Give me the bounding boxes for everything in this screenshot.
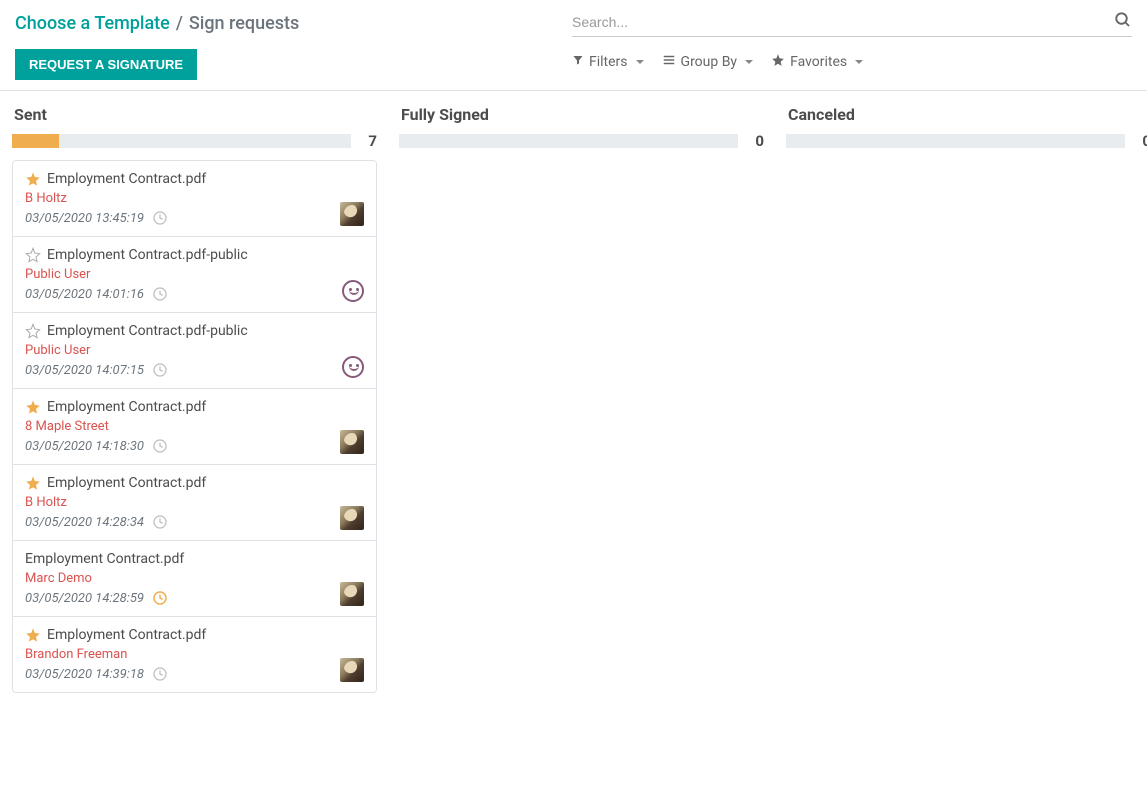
user-avatar[interactable] <box>340 430 364 454</box>
card-timestamp: 03/05/2020 14:28:59 <box>25 591 144 606</box>
group-by-label: Group By <box>681 54 738 70</box>
card-meta: 03/05/2020 14:01:16 <box>25 286 364 302</box>
breadcrumb: Choose a Template / Sign requests <box>15 10 299 37</box>
activity-clock-icon[interactable] <box>152 514 168 530</box>
user-avatar[interactable] <box>342 356 364 378</box>
search-icon[interactable] <box>1114 11 1132 33</box>
progress-bar[interactable] <box>12 134 351 148</box>
activity-clock-icon[interactable] <box>152 438 168 454</box>
favorite-star-icon[interactable] <box>25 475 41 491</box>
column-title: Sent <box>12 101 377 132</box>
card-meta: 03/05/2020 13:45:19 <box>25 210 364 226</box>
card-meta: 03/05/2020 14:18:30 <box>25 438 364 454</box>
view-controls: Filters Group By Favorites <box>572 53 1132 71</box>
progress-bar[interactable] <box>786 134 1125 148</box>
breadcrumb-separator: / <box>176 13 183 34</box>
kanban-card[interactable]: Employment Contract.pdf-public Public Use… <box>13 237 376 313</box>
filters-label: Filters <box>589 54 628 70</box>
kanban-card[interactable]: Employment Contract.pdf 8 Maple Street 03/… <box>13 389 376 465</box>
card-meta: 03/05/2020 14:28:59 <box>25 590 364 606</box>
progress-bar[interactable] <box>399 134 738 148</box>
column-progress-row: 0 <box>786 132 1147 150</box>
search-container <box>572 10 1132 37</box>
kanban-card[interactable]: Employment Contract.pdf B Holtz 03/05/2020… <box>13 465 376 541</box>
user-avatar[interactable] <box>340 582 364 606</box>
star-icon <box>771 53 785 71</box>
card-signer: B Holtz <box>25 191 364 206</box>
card-meta: 03/05/2020 14:28:34 <box>25 514 364 530</box>
favorite-star-icon[interactable] <box>25 171 41 187</box>
card-title: Employment Contract.pdf-public <box>47 323 248 339</box>
column-count: 0 <box>748 132 764 150</box>
favorites-dropdown[interactable]: Favorites <box>771 53 863 71</box>
card-timestamp: 03/05/2020 14:28:34 <box>25 515 144 530</box>
card-signer: B Holtz <box>25 495 364 510</box>
breadcrumb-root[interactable]: Choose a Template <box>15 13 170 34</box>
kanban-column: Fully Signed0 <box>399 101 764 693</box>
card-timestamp: 03/05/2020 14:18:30 <box>25 439 144 454</box>
card-title: Employment Contract.pdf-public <box>47 247 248 263</box>
column-progress-row: 0 <box>399 132 764 150</box>
card-list: Employment Contract.pdf B Holtz 03/05/2020… <box>12 160 377 693</box>
kanban-card[interactable]: Employment Contract.pdf Marc Demo 03/05/20… <box>13 541 376 617</box>
card-title-row: Employment Contract.pdf <box>25 551 364 567</box>
card-timestamp: 03/05/2020 14:01:16 <box>25 287 144 302</box>
kanban-card[interactable]: Employment Contract.pdf-public Public Use… <box>13 313 376 389</box>
list-icon <box>662 53 676 71</box>
card-title: Employment Contract.pdf <box>47 627 206 643</box>
activity-clock-icon[interactable] <box>152 666 168 682</box>
card-title: Employment Contract.pdf <box>47 475 206 491</box>
card-meta: 03/05/2020 14:07:15 <box>25 362 364 378</box>
kanban-card[interactable]: Employment Contract.pdf Brandon Freeman 03… <box>13 617 376 692</box>
kanban-column: Sent7 Employment Contract.pdf B Holtz 03/05… <box>12 101 377 693</box>
card-title-row: Employment Contract.pdf <box>25 399 364 415</box>
user-avatar[interactable] <box>340 202 364 226</box>
card-signer: Public User <box>25 267 364 282</box>
column-title: Fully Signed <box>399 101 764 132</box>
card-signer: Public User <box>25 343 364 358</box>
request-signature-button[interactable]: Request a Signature <box>15 49 197 80</box>
card-title-row: Employment Contract.pdf-public <box>25 247 364 263</box>
card-signer: 8 Maple Street <box>25 419 364 434</box>
card-meta: 03/05/2020 14:39:18 <box>25 666 364 682</box>
activity-clock-icon[interactable] <box>152 590 168 606</box>
user-avatar[interactable] <box>340 506 364 530</box>
card-title-row: Employment Contract.pdf-public <box>25 323 364 339</box>
kanban-card[interactable]: Employment Contract.pdf B Holtz 03/05/2020… <box>13 161 376 237</box>
user-avatar[interactable] <box>340 658 364 682</box>
activity-clock-icon[interactable] <box>152 286 168 302</box>
column-title: Canceled <box>786 101 1147 132</box>
favorite-star-icon[interactable] <box>25 399 41 415</box>
column-count: 7 <box>361 132 377 150</box>
filter-icon <box>572 54 584 70</box>
column-count: 0 <box>1135 132 1147 150</box>
card-title: Employment Contract.pdf <box>25 551 184 567</box>
card-title-row: Employment Contract.pdf <box>25 171 364 187</box>
card-title-row: Employment Contract.pdf <box>25 627 364 643</box>
card-signer: Brandon Freeman <box>25 647 364 662</box>
filters-dropdown[interactable]: Filters <box>572 54 644 70</box>
column-progress-row: 7 <box>12 132 377 150</box>
activity-clock-icon[interactable] <box>152 210 168 226</box>
card-title: Employment Contract.pdf <box>47 399 206 415</box>
user-avatar[interactable] <box>342 280 364 302</box>
card-timestamp: 03/05/2020 14:39:18 <box>25 667 144 682</box>
kanban-column: Canceled0 <box>786 101 1147 693</box>
card-timestamp: 03/05/2020 14:07:15 <box>25 363 144 378</box>
progress-bar-fill <box>12 134 59 148</box>
group-by-dropdown[interactable]: Group By <box>662 53 754 71</box>
favorites-label: Favorites <box>790 54 847 70</box>
activity-clock-icon[interactable] <box>152 362 168 378</box>
favorite-star-icon[interactable] <box>25 323 41 339</box>
favorite-star-icon[interactable] <box>25 247 41 263</box>
card-title-row: Employment Contract.pdf <box>25 475 364 491</box>
favorite-star-icon[interactable] <box>25 627 41 643</box>
card-title: Employment Contract.pdf <box>47 171 206 187</box>
card-signer: Marc Demo <box>25 571 364 586</box>
kanban-board: Sent7 Employment Contract.pdf B Holtz 03/05… <box>0 91 1147 703</box>
search-input[interactable] <box>572 10 1114 34</box>
breadcrumb-current: Sign requests <box>189 13 299 34</box>
card-timestamp: 03/05/2020 13:45:19 <box>25 211 144 226</box>
